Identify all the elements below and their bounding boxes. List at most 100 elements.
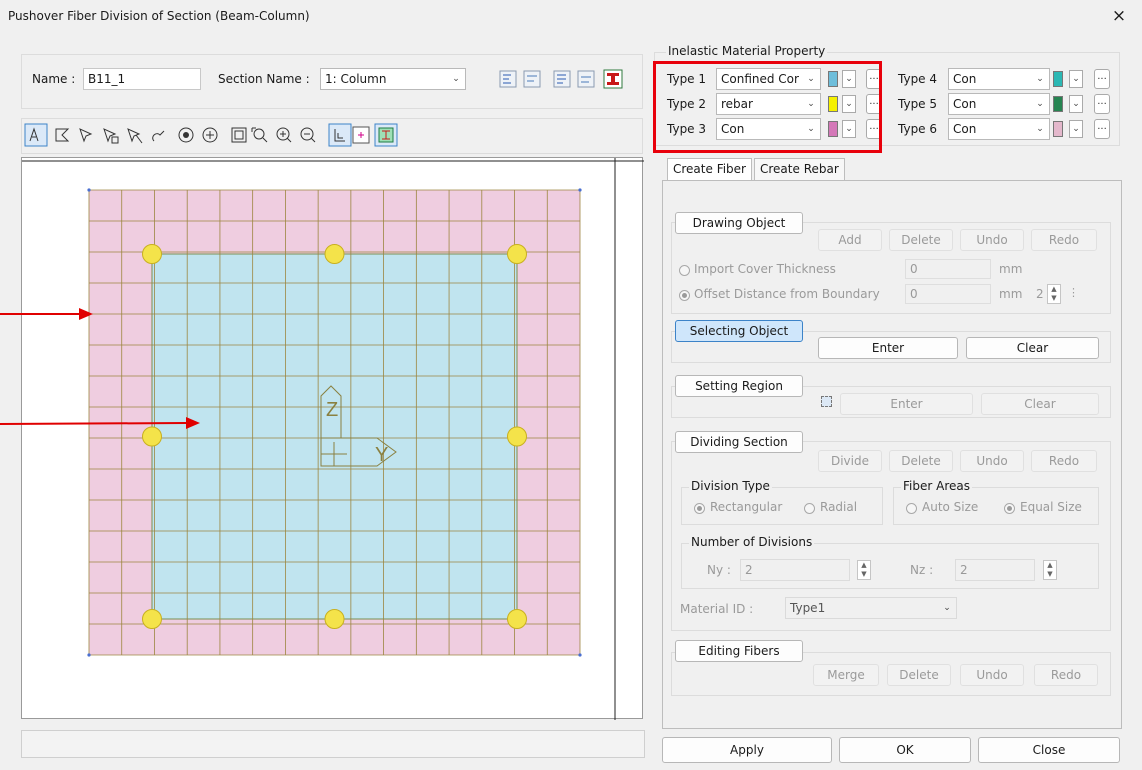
material-id-value: Type1 xyxy=(790,601,826,615)
offset-distance-radio[interactable] xyxy=(679,290,690,301)
type-4-value: Con xyxy=(953,72,977,86)
dividing-section-button[interactable]: Dividing Section xyxy=(675,431,803,453)
type-5-label: Type 5 xyxy=(898,97,938,111)
polyline-icon[interactable] xyxy=(55,128,70,142)
offset-count-value: 2 xyxy=(1036,287,1044,301)
section-copy-icon[interactable] xyxy=(499,70,517,88)
select-element-icon[interactable] xyxy=(127,128,143,144)
type-4-color-swatch xyxy=(1053,71,1063,87)
drawing-object-button[interactable]: Drawing Object xyxy=(675,212,803,234)
section-view-icon[interactable] xyxy=(577,70,595,88)
type-5-select[interactable]: Con ⌄ xyxy=(948,93,1050,115)
drawing-redo-button[interactable]: Redo xyxy=(1031,229,1097,251)
type-5-color-dropdown[interactable]: ⌄ xyxy=(1069,95,1083,113)
import-cover-radio[interactable] xyxy=(679,265,690,276)
editing-delete-button[interactable]: Delete xyxy=(887,664,951,686)
inelastic-material-title: Inelastic Material Property xyxy=(666,44,828,58)
auto-size-label: Auto Size xyxy=(922,500,979,514)
arrow-to-core xyxy=(0,417,200,429)
dividing-redo-button[interactable]: Redo xyxy=(1031,450,1097,472)
corner-node xyxy=(87,188,91,192)
tab-create-fiber[interactable]: Create Fiber xyxy=(667,158,752,180)
apply-button[interactable]: Apply xyxy=(662,737,832,763)
type-6-more-button[interactable]: ... xyxy=(1094,119,1110,139)
region-select-icon[interactable] xyxy=(821,396,832,407)
material-id-select[interactable]: Type1 ⌄ xyxy=(785,597,957,619)
type-4-more-button[interactable]: ... xyxy=(1094,69,1110,89)
import-cover-label: Import Cover Thickness xyxy=(694,262,836,276)
insert-point-icon[interactable] xyxy=(352,126,370,144)
zoom-window-icon[interactable] xyxy=(251,127,268,143)
status-bar xyxy=(21,730,645,758)
drawing-undo-button[interactable]: Undo xyxy=(960,229,1024,251)
section-name-select[interactable]: 1: Column ⌄ xyxy=(320,68,466,90)
zoom-out-icon[interactable] xyxy=(300,127,316,143)
editing-redo-button[interactable]: Redo xyxy=(1034,664,1098,686)
corner-node xyxy=(87,653,91,657)
close-window-button[interactable]: × xyxy=(1104,2,1134,30)
pan-icon[interactable] xyxy=(152,130,165,142)
region-enter-button[interactable]: Enter xyxy=(840,393,973,415)
setting-region-button[interactable]: Setting Region xyxy=(675,375,803,397)
ny-label: Ny : xyxy=(707,563,731,577)
name-input[interactable]: B11_1 xyxy=(83,68,201,90)
editing-fibers-button[interactable]: Editing Fibers xyxy=(675,640,803,662)
section-grid-icon[interactable] xyxy=(374,123,398,147)
dividing-undo-button[interactable]: Undo xyxy=(960,450,1024,472)
offset-grip-icon[interactable]: ⋮ xyxy=(1068,286,1079,299)
rebar xyxy=(507,609,527,629)
region-clear-button[interactable]: Clear xyxy=(981,393,1099,415)
add-button[interactable]: Add xyxy=(818,229,882,251)
editing-undo-button[interactable]: Undo xyxy=(960,664,1024,686)
merge-button[interactable]: Merge xyxy=(813,664,879,686)
ny-input[interactable]: 2 xyxy=(740,559,850,581)
rotate-view-icon[interactable] xyxy=(202,127,218,143)
corner-node xyxy=(578,188,582,192)
chevron-down-icon: ⌄ xyxy=(1036,99,1044,109)
zoom-fit-icon[interactable] xyxy=(231,127,247,143)
ny-spinner[interactable]: ▲ ▼ xyxy=(857,560,871,580)
tab-create-rebar[interactable]: Create Rebar xyxy=(754,158,845,180)
section-list-icon[interactable] xyxy=(553,70,571,88)
axis-z-label: Z xyxy=(326,399,338,421)
nz-input[interactable]: 2 xyxy=(955,559,1035,581)
selecting-clear-button[interactable]: Clear xyxy=(966,337,1099,359)
import-cover-input[interactable]: 0 xyxy=(905,259,991,279)
rebar xyxy=(324,609,345,629)
highlight-box xyxy=(653,61,882,153)
select-pointer-icon[interactable] xyxy=(24,123,48,147)
section-name-label: Section Name : xyxy=(218,72,310,86)
close-button[interactable]: Close xyxy=(978,737,1120,763)
auto-size-radio[interactable] xyxy=(906,503,917,514)
axis-view-icon[interactable] xyxy=(328,123,352,147)
rebar xyxy=(142,609,162,629)
offset-distance-input[interactable]: 0 xyxy=(905,284,991,304)
annotation-arrows xyxy=(0,308,200,429)
arrow-to-cover xyxy=(0,308,93,320)
select-node-icon[interactable] xyxy=(103,128,119,144)
radial-label: Radial xyxy=(820,500,858,514)
divide-button[interactable]: Divide xyxy=(818,450,882,472)
type-4-label: Type 4 xyxy=(898,72,938,86)
type-4-color-dropdown[interactable]: ⌄ xyxy=(1069,70,1083,88)
i-beam-section-icon[interactable] xyxy=(603,69,623,89)
rectangular-radio[interactable] xyxy=(694,503,705,514)
pick-point-icon[interactable] xyxy=(79,128,93,143)
rotate-icon[interactable] xyxy=(178,127,194,143)
section-import-icon[interactable] xyxy=(523,70,541,88)
equal-size-radio[interactable] xyxy=(1004,503,1015,514)
type-6-select[interactable]: Con ⌄ xyxy=(948,118,1050,140)
drawing-delete-button[interactable]: Delete xyxy=(889,229,953,251)
nz-spinner[interactable]: ▲ ▼ xyxy=(1043,560,1057,580)
selecting-object-button[interactable]: Selecting Object xyxy=(675,320,803,342)
type-4-select[interactable]: Con ⌄ xyxy=(948,68,1050,90)
zoom-in-icon[interactable] xyxy=(276,127,292,143)
dividing-delete-button[interactable]: Delete xyxy=(889,450,953,472)
type-6-color-dropdown[interactable]: ⌄ xyxy=(1069,120,1083,138)
axis-y-label: Y xyxy=(375,444,388,466)
selecting-enter-button[interactable]: Enter xyxy=(818,337,958,359)
offset-count-spinner[interactable]: ▲ ▼ xyxy=(1047,284,1061,304)
ok-button[interactable]: OK xyxy=(839,737,971,763)
type-5-more-button[interactable]: ... xyxy=(1094,94,1110,114)
radial-radio[interactable] xyxy=(804,503,815,514)
